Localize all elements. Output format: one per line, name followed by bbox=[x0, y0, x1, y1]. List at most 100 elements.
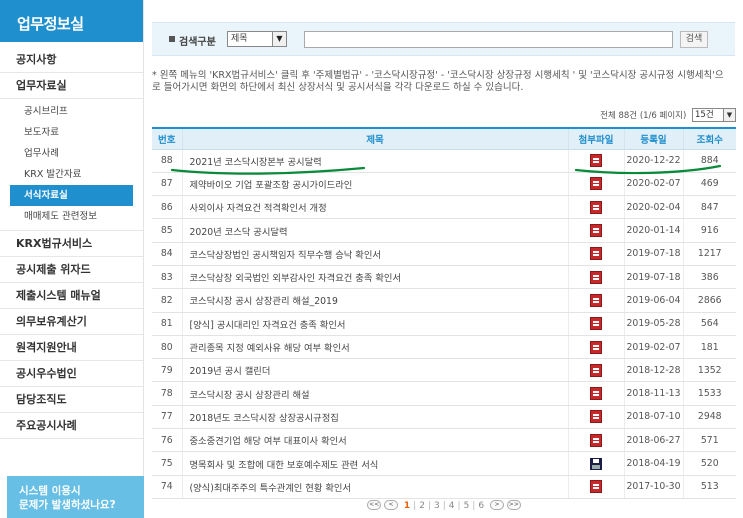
notice-text: * 왼쪽 메뉴의 'KRX법규서비스' 클릭 후 '주제별법규' - '코스닥시… bbox=[152, 70, 724, 93]
row-title-link[interactable]: 명목회사 및 조합에 대한 보호예수제도 관련 서식 bbox=[181, 451, 568, 476]
sidebar-subitem-trading-system-info[interactable]: 매매제도 관련정보 bbox=[0, 206, 143, 227]
row-number: 88 bbox=[152, 149, 182, 173]
sidebar-item-work-materials[interactable]: 업무자료실 bbox=[0, 73, 143, 99]
table-row[interactable]: 84 코스닥상장법인 공시책임자 직무수행 승낙 확인서 2019-07-18 121… bbox=[152, 242, 736, 266]
row-date: 2020-02-04 bbox=[623, 195, 683, 220]
pdf-icon[interactable] bbox=[590, 363, 602, 377]
row-title-link[interactable]: 사외이사 자격요건 적격확인서 개정 bbox=[181, 195, 568, 220]
row-number: 76 bbox=[152, 428, 182, 453]
table-row[interactable]: 74 (양식)최대주주의 특수관계인 현황 확인서 2017-10-30 513 bbox=[152, 475, 736, 499]
prev-page-button[interactable]: < bbox=[384, 500, 399, 510]
sidebar-item-excellent-companies[interactable]: 공시우수법인 bbox=[0, 361, 143, 387]
row-attachment bbox=[567, 451, 624, 476]
sidebar-item-disclosure-wizard[interactable]: 공시제출 위자드 bbox=[0, 257, 143, 283]
row-number: 84 bbox=[152, 242, 182, 266]
row-date: 2018-12-28 bbox=[623, 358, 683, 383]
row-date: 2019-06-04 bbox=[623, 288, 683, 313]
row-title-link[interactable]: (양식)최대주주의 특수관계인 현황 확인서 bbox=[181, 475, 568, 499]
page-link[interactable]: 2 bbox=[416, 501, 428, 511]
page-link[interactable]: 6 bbox=[475, 501, 487, 511]
page-link[interactable]: 3 bbox=[431, 501, 443, 511]
table-row[interactable]: 80 관리종목 지정 예외사유 해당 여부 확인서 2019-02-07 181 bbox=[152, 335, 736, 360]
first-page-button[interactable]: << bbox=[367, 500, 382, 510]
disk-icon[interactable] bbox=[590, 457, 602, 470]
row-title-link[interactable]: [양식] 공시대리인 자격요건 충족 확인서 bbox=[181, 312, 568, 336]
row-date: 2020-01-14 bbox=[623, 218, 683, 243]
row-views: 513 bbox=[682, 475, 736, 499]
row-attachment bbox=[567, 312, 624, 336]
row-title-link[interactable]: 코스닥시장 공시 상장관리 해설_2019 bbox=[181, 288, 568, 313]
pdf-icon[interactable] bbox=[590, 247, 602, 261]
pdf-icon[interactable] bbox=[590, 340, 602, 354]
sidebar-subitem-forms-library[interactable]: 서식자료실 bbox=[10, 185, 133, 206]
col-header-no: 번호 bbox=[152, 127, 182, 150]
table-header-row: 번호 제목 첨부파일 등록일 조회수 bbox=[152, 127, 736, 150]
row-title-link[interactable]: 중소중견기업 해당 여부 대표이사 확인서 bbox=[181, 428, 568, 453]
pdf-icon[interactable] bbox=[590, 224, 602, 238]
table-row[interactable]: 83 코스닥상장 외국법인 외부감사인 자격요건 충족 확인서 2019-07-18… bbox=[152, 265, 736, 290]
sidebar-item-krx-law-service[interactable]: KRX법규서비스 bbox=[0, 231, 143, 257]
row-title-link[interactable]: 관리종목 지정 예외사유 해당 여부 확인서 bbox=[181, 335, 568, 360]
sidebar-item-major-cases[interactable]: 주요공시사례 bbox=[0, 413, 143, 439]
search-button[interactable]: 검색 bbox=[680, 31, 708, 48]
row-title-link[interactable]: 제약바이오 기업 포괄조항 공시가이드라인 bbox=[181, 172, 568, 197]
row-title-link[interactable]: 2018년도 코스닥시장 상장공시규정집 bbox=[181, 405, 568, 430]
table-body: 88 2021년 코스닥시장본부 공시달력 2020-12-22 884 87 제약바이오… bbox=[152, 149, 736, 499]
row-title-link[interactable]: 2019년 공시 캘린더 bbox=[181, 358, 568, 383]
help-banner[interactable]: 시스템 이용시 문제가 발생하셨나요? bbox=[7, 476, 144, 518]
sidebar-item-lockup-calculator[interactable]: 의무보유계산기 bbox=[0, 309, 143, 335]
search-type-select[interactable]: 제목 ▼ bbox=[227, 31, 287, 47]
sidebar-item-remote-support[interactable]: 원격지원안내 bbox=[0, 335, 143, 361]
main-content: 검색구분 제목 ▼ 검색 * 왼쪽 메뉴의 'KRX법규서비스' 클릭 후 '주… bbox=[152, 0, 740, 518]
table-row[interactable]: 75 명목회사 및 조합에 대한 보호예수제도 관련 서식 2018-04-19 52… bbox=[152, 451, 736, 476]
table-row[interactable]: 78 코스닥시장 공시 상장관리 해설 2018-11-13 1533 bbox=[152, 381, 736, 406]
pdf-icon[interactable] bbox=[590, 410, 602, 424]
pdf-icon[interactable] bbox=[590, 480, 602, 494]
table-row[interactable]: 87 제약바이오 기업 포괄조항 공시가이드라인 2020-02-07 469 bbox=[152, 172, 736, 197]
row-date: 2019-07-18 bbox=[623, 242, 683, 266]
pdf-icon[interactable] bbox=[590, 387, 602, 401]
row-number: 80 bbox=[152, 335, 182, 360]
search-type-value: 제목 bbox=[231, 34, 248, 44]
next-page-button[interactable]: > bbox=[489, 500, 504, 510]
row-title-link[interactable]: 코스닥상장법인 공시책임자 직무수행 승낙 확인서 bbox=[181, 242, 568, 266]
table-row[interactable]: 85 2020년 코스닥 공시달력 2020-01-14 916 bbox=[152, 218, 736, 243]
forms-table: 번호 제목 첨부파일 등록일 조회수 88 2021년 코스닥시장본부 공시달력 2… bbox=[152, 127, 736, 499]
row-title-link[interactable]: 코스닥상장 외국법인 외부감사인 자격요건 충족 확인서 bbox=[181, 265, 568, 290]
row-number: 87 bbox=[152, 172, 182, 197]
pdf-icon[interactable] bbox=[590, 177, 602, 191]
sidebar-subitem-krx-publications[interactable]: KRX 발간자료 bbox=[0, 164, 143, 185]
table-row[interactable]: 82 코스닥시장 공시 상장관리 해설_2019 2019-06-04 2866 bbox=[152, 288, 736, 313]
pdf-icon[interactable] bbox=[590, 317, 602, 331]
page-link[interactable]: 5 bbox=[461, 501, 473, 511]
row-attachment bbox=[567, 265, 624, 290]
sidebar-subitem-press-releases[interactable]: 보도자료 bbox=[0, 122, 143, 143]
table-row[interactable]: 79 2019년 공시 캘린더 2018-12-28 1352 bbox=[152, 358, 736, 383]
pdf-icon[interactable] bbox=[590, 154, 602, 168]
row-title-link[interactable]: 코스닥시장 공시 상장관리 해설 bbox=[181, 381, 568, 406]
page-link[interactable]: 1 bbox=[401, 501, 413, 511]
table-row[interactable]: 77 2018년도 코스닥시장 상장공시규정집 2018-07-10 2948 bbox=[152, 405, 736, 430]
row-date: 2018-04-19 bbox=[623, 451, 683, 476]
table-row[interactable]: 81 [양식] 공시대리인 자격요건 충족 확인서 2019-05-28 564 bbox=[152, 312, 736, 336]
sidebar-item-notices[interactable]: 공지사항 bbox=[0, 47, 143, 73]
sidebar-subitem-disclosure-brief[interactable]: 공시브리프 bbox=[0, 101, 143, 122]
pdf-icon[interactable] bbox=[590, 200, 602, 214]
pdf-icon[interactable] bbox=[590, 433, 602, 447]
table-row[interactable]: 86 사외이사 자격요건 적격확인서 개정 2020-02-04 847 bbox=[152, 195, 736, 220]
row-title-link[interactable]: 2020년 코스닥 공시달력 bbox=[181, 218, 568, 243]
per-page-select[interactable]: 15건 ▼ bbox=[692, 108, 736, 122]
search-input[interactable] bbox=[304, 31, 673, 48]
table-row[interactable]: 76 중소중견기업 해당 여부 대표이사 확인서 2018-06-27 571 bbox=[152, 428, 736, 453]
row-title-link[interactable]: 2021년 코스닥시장본부 공시달력 bbox=[181, 149, 568, 173]
page-link[interactable]: 4 bbox=[446, 501, 458, 511]
sidebar-submenu: 공시브리프 보도자료 업무사례 KRX 발간자료 서식자료실 매매제도 관련정보 bbox=[0, 99, 143, 231]
table-row[interactable]: 88 2021년 코스닥시장본부 공시달력 2020-12-22 884 bbox=[152, 149, 736, 173]
pdf-icon[interactable] bbox=[590, 270, 602, 284]
sidebar-item-org-chart[interactable]: 담당조직도 bbox=[0, 387, 143, 413]
row-attachment bbox=[567, 335, 624, 360]
sidebar-subitem-work-cases[interactable]: 업무사례 bbox=[0, 143, 143, 164]
pdf-icon[interactable] bbox=[590, 293, 602, 307]
sidebar-item-system-manual[interactable]: 제출시스템 매뉴얼 bbox=[0, 283, 143, 309]
last-page-button[interactable]: >> bbox=[506, 500, 521, 510]
